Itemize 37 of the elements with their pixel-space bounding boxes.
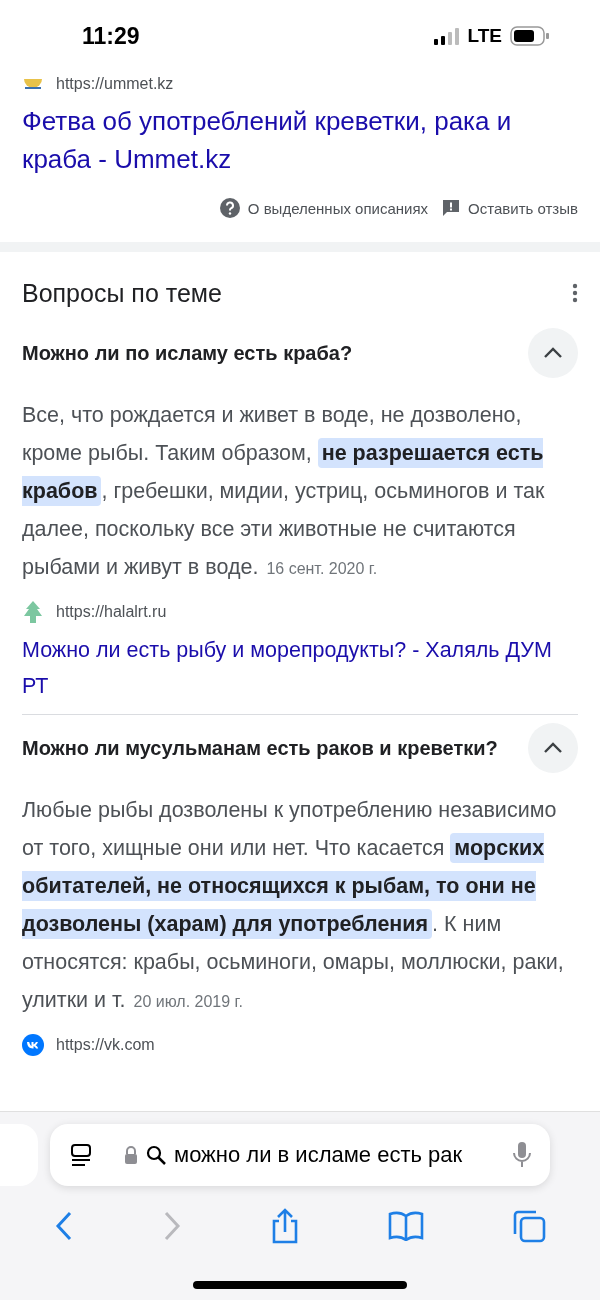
source-url: https://vk.com [56,1036,155,1054]
vk-logo-icon [22,1034,44,1056]
chevron-up-icon [543,742,563,754]
source-url: https://halalrt.ru [56,603,167,621]
expand-toggle[interactable] [528,723,578,773]
address-text: можно ли в исламе есть рак [174,1142,464,1168]
section-heading: Вопросы по теме [22,278,222,308]
chevron-up-icon [543,347,563,359]
microphone-icon [512,1141,532,1169]
book-icon [388,1211,424,1241]
address-bar[interactable]: можно ли в исламе есть рак [50,1124,550,1186]
result-url: https://ummet.kz [56,75,174,93]
reader-icon [68,1142,94,1168]
result-footer-link[interactable]: Оставить отзыв [442,198,578,218]
source-title-link[interactable]: Можно ли есть рыбу и морепродукты? - Халяль ДУМ РТ [22,632,578,704]
more-options-icon [572,283,578,303]
clock: 11:29 [82,22,140,50]
answer-paragraph: Все, что рождается и живет в воде, не дозволено, кроме рыбы. Таким образом, не разрешается есть крабов, гребешки, мидии, устриц, осьминогов и так далее, поскольку все эти животные не считаются рыбами и живут в воде. 16 сент. 2020 г. [22,402,546,581]
feedback-icon [442,199,461,217]
question-text: Можно ли мусульманам есть раков и креветки? [22,736,498,761]
tabs-icon [512,1209,546,1243]
signal-icon [433,27,460,45]
battery-icon [510,26,550,46]
result-footer-link[interactable]: О выделенных описаниях [219,198,429,218]
expand-toggle[interactable] [528,328,578,378]
chevron-right-icon [162,1210,182,1242]
site-logo-icon [22,77,44,91]
help-icon [219,198,240,218]
search-icon [146,1145,166,1165]
result-title-link[interactable]: Фетва об употреблений креветки, рака и краба - Ummet.kz [22,102,578,178]
tree-icon [22,600,44,624]
chevron-left-icon [54,1210,74,1242]
share-icon [270,1208,300,1244]
question-text: Можно ли по исламу есть краба? [22,341,353,366]
lock-icon [124,1146,138,1164]
answer-paragraph: Любые рыбы дозволены к употреблению независимо от того, хищные они или нет. Что касается морских обитателей, не относящихся к рыбам, то они не дозволены (харам) для употребления. К ним относятся: крабы, осьминоги, омары, моллюски, раки, улитки и т. 20 июл. 2019 г. [22,797,565,1014]
network-type: LTE [467,25,502,47]
